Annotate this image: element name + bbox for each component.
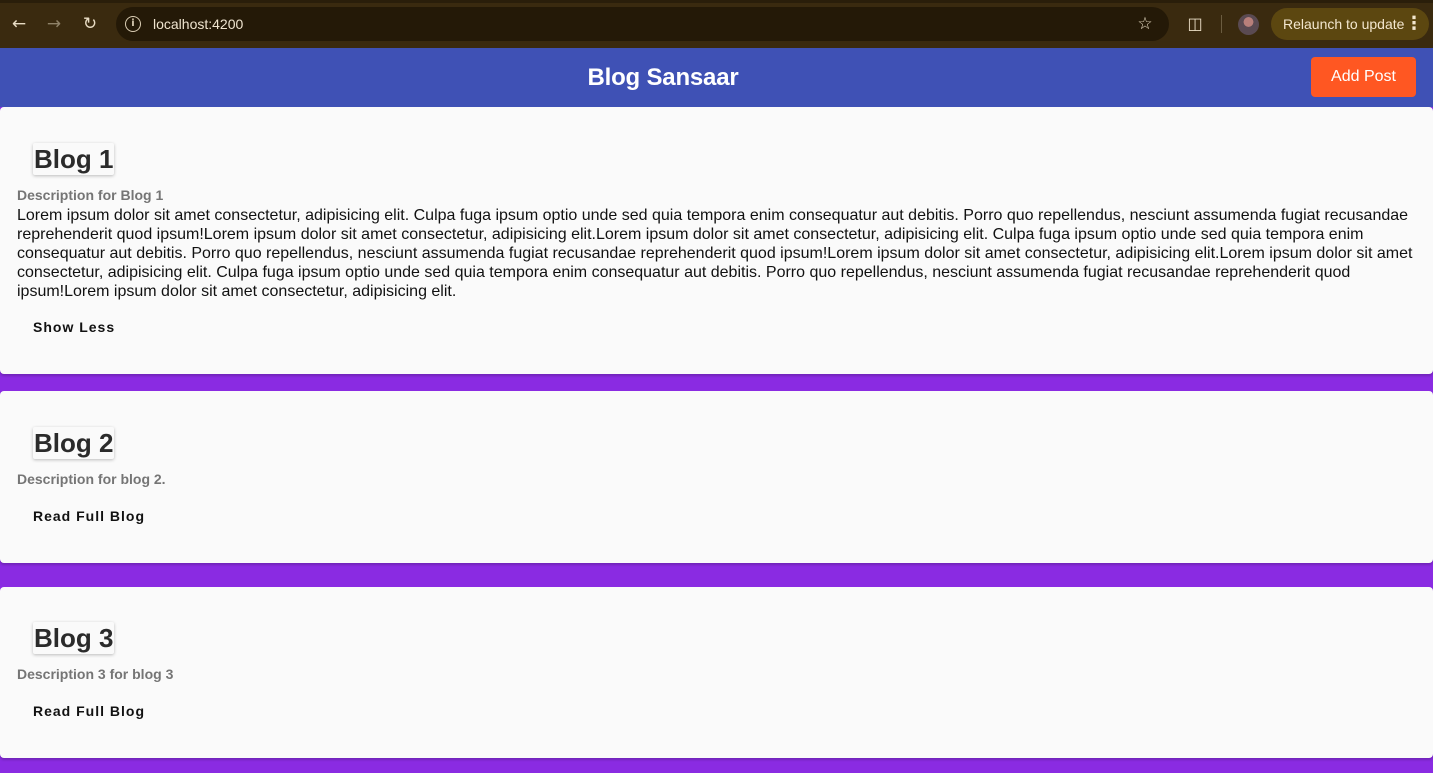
blog-content: Lorem ipsum dolor sit amet consectetur, … bbox=[17, 207, 1413, 300]
app-title: Blog Sansaar bbox=[587, 64, 739, 91]
puzzle-icon[interactable]: ◫ bbox=[1184, 12, 1206, 36]
blog-card bbox=[0, 391, 1433, 563]
show-less-button[interactable]: Show Less bbox=[33, 318, 115, 336]
address-bar[interactable] bbox=[116, 7, 1169, 41]
back-icon[interactable]: ← bbox=[7, 12, 31, 36]
relaunch-label[interactable]: Relaunch to update bbox=[1283, 16, 1404, 33]
reload-icon[interactable]: ↻ bbox=[78, 12, 102, 36]
read-full-blog-button[interactable]: Read Full Blog bbox=[33, 702, 145, 720]
kebab-menu-icon[interactable]: ⋮ bbox=[1405, 12, 1423, 36]
blog-description: Description 3 for blog 3 bbox=[17, 666, 174, 682]
forward-icon[interactable]: → bbox=[42, 12, 66, 36]
toolbar-divider bbox=[1221, 15, 1222, 33]
blog-title: Blog 2 bbox=[33, 427, 115, 459]
tab-strip bbox=[0, 0, 1433, 3]
add-post-button[interactable]: Add Post bbox=[1311, 57, 1416, 97]
info-icon[interactable]: i bbox=[125, 16, 141, 32]
blog-card bbox=[0, 587, 1433, 758]
url-text[interactable]: localhost:4200 bbox=[153, 15, 243, 33]
blog-description: Description for blog 2. bbox=[17, 471, 166, 487]
blog-title: Blog 1 bbox=[33, 143, 115, 175]
star-icon[interactable]: ☆ bbox=[1134, 12, 1156, 36]
read-full-blog-button[interactable]: Read Full Blog bbox=[33, 507, 145, 525]
avatar[interactable] bbox=[1238, 14, 1259, 35]
blog-title: Blog 3 bbox=[33, 622, 115, 654]
blog-description: Description for Blog 1 bbox=[17, 187, 164, 203]
